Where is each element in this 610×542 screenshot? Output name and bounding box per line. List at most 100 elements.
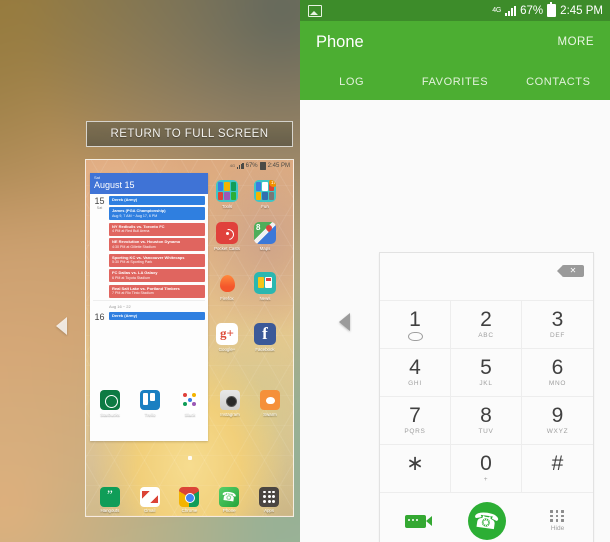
dialpad-key-4[interactable]: 4 GHI [380,349,451,397]
day-number: 16 [94,311,105,322]
app-icon-tools[interactable]: Tools [210,180,244,209]
calendar-day-number: 15 Sat [93,196,106,298]
calendar-header-dow: Sat [94,175,101,180]
phone-content-area: ✕ 1 2 ABC 3 DEF 4 GHI 5 JKL 6 MNO 7 PQRS… [300,100,610,542]
call-button[interactable] [451,502,522,540]
dialpad-key-2[interactable]: 2 ABC [451,301,522,349]
app-icon-swarm[interactable]: Swarm [252,390,288,417]
left-pane-multiwindow: RETURN TO FULL SCREEN 4G 67% 2:45 PM Sat… [0,0,300,542]
keypad-icon [550,510,565,522]
list-item[interactable]: Derek (Army) [109,311,205,321]
list-item[interactable]: Real Salt Lake vs. Portland Timbers 7 PM… [109,284,205,298]
dock-icon-chrome[interactable]: Chrome [171,486,207,513]
network-type-label: 4G [229,162,236,168]
key-digit: 1 [409,308,421,331]
dialpad-key-star[interactable]: ∗ [380,445,451,493]
hide-keypad-button[interactable]: Hide [522,510,593,532]
video-call-button[interactable] [380,514,451,528]
phone-number-display[interactable]: ✕ [380,253,593,301]
tab-favorites[interactable]: FAVORITES [403,76,506,88]
app-label: Swarm [263,411,277,417]
app-icon-instagram[interactable]: Instagram [212,390,248,417]
key-digit: 6 [551,356,564,379]
previous-app-arrow-left[interactable] [56,317,67,335]
app-icon-maps[interactable]: Maps [248,222,282,251]
calendar-day-row: 15 Sat Derek (Army) James (PGA Champions… [93,196,205,298]
more-button[interactable]: MORE [558,36,595,48]
battery-percent-label: 67% [245,162,258,169]
app-icon-trello[interactable]: Trello [132,390,168,417]
key-digit: 4 [409,356,421,379]
previous-app-arrow-right[interactable] [339,313,350,331]
tab-bar: LOG FAVORITES CONTACTS [300,63,610,100]
app-icon-firefox[interactable]: Firefox [210,272,244,301]
status-bar-notifications [308,4,487,17]
list-item[interactable]: Sporting KC vs. Vancouver Whitecaps 5:30… [109,253,205,267]
dock-icon-apps[interactable]: Apps [251,486,287,513]
app-icon-google-plus[interactable]: Google+ [210,323,244,352]
list-item[interactable]: NE Revolution vs. Houston Dynamo 4:30 PM… [109,238,205,252]
dialpad-key-9[interactable]: 9 WXYZ [522,397,593,445]
image-icon [308,4,322,17]
tab-log[interactable]: LOG [300,76,403,88]
list-item[interactable]: Derek (Army) [109,196,205,205]
app-icon-pocket-casts[interactable]: Pocket Casts [210,222,244,251]
page-indicator-dot [187,456,192,460]
app-icon-starbucks[interactable]: Starbucks [92,390,128,417]
right-pane-phone-app: 4G 67% 2:45 PM Phone MORE LOG FAVORITES … [300,0,610,542]
list-item[interactable]: FC Dallas vs. LA Galaxy 6 PM at Toyota S… [109,269,205,283]
battery-icon [547,2,557,17]
key-digit: ∗ [406,452,424,475]
status-bar-indicators: 4G 67% 2:45 PM [492,2,603,17]
facebook-icon [254,323,276,345]
dialpad-actions: Hide [380,493,593,542]
list-item[interactable]: James (PGA Championship) Aug 9, 7 AM ~ A… [109,207,205,221]
app-label: Hangouts [100,508,120,513]
dock: Hangouts Gmail Chrome Phone [86,486,293,513]
dialpad-key-0[interactable]: 0 + [451,445,522,493]
tab-contacts[interactable]: CONTACTS [507,76,610,88]
home-screen-thumbnail[interactable]: 4G 67% 2:45 PM Sat August 15 15 Sat Dere… [85,159,294,517]
calendar-day-row: 16 Derek (Army) [93,311,205,322]
app-icon-news[interactable]: News [248,272,282,301]
backspace-icon[interactable]: ✕ [557,265,584,277]
app-label: News [259,295,271,301]
key-digit: 0 [480,452,492,475]
event-subtitle: 7 PM at Rio Tinto Stadium [112,291,154,296]
dialpad-key-5[interactable]: 5 JKL [451,349,522,397]
dock-icon-hangouts[interactable]: Hangouts [92,486,128,513]
battery-percent-label: 67% [520,4,544,17]
day-dow: Sat [96,206,103,210]
battery-icon [259,161,266,170]
call-icon [467,502,506,540]
key-letters: WXYZ [546,428,569,435]
hide-keypad-label: Hide [550,524,565,532]
app-label: Maps [259,245,271,251]
app-bar: Phone MORE [300,21,610,63]
dialpad-key-hash[interactable]: # [522,445,593,493]
event-subtitle: Aug 9, 7 AM ~ Aug 17, 6 PM [112,213,158,218]
dock-icon-phone[interactable]: Phone [211,486,247,513]
calendar-header: Sat August 15 [90,173,208,194]
list-item[interactable]: NY Redbulls vs. Toronto FC 4 PM at Red B… [109,222,205,236]
calendar-day-number: 16 [93,312,106,322]
dialpad-key-8[interactable]: 8 TUV [451,397,522,445]
app-label: Trello [144,411,156,417]
dialpad-key-1[interactable]: 1 [380,301,451,349]
dock-icon-gmail[interactable]: Gmail [132,486,168,513]
google-plus-icon [216,323,238,345]
key-letters: TUV [478,428,494,435]
app-icon-facebook[interactable]: Facebook [248,323,282,352]
key-letters: + [483,476,489,483]
day-number: 15 [94,196,105,206]
dialpad-key-3[interactable]: 3 DEF [522,301,593,349]
key-digit: 7 [409,404,421,427]
app-icon-fun[interactable]: 17 Fun [248,180,282,209]
dialpad-key-7[interactable]: 7 PQRS [380,397,451,445]
trello-icon [140,390,160,410]
app-icon-slack[interactable]: Slack [172,390,208,417]
starbucks-icon [100,390,120,410]
dialpad-key-6[interactable]: 6 MNO [522,349,593,397]
event-subtitle: 6 PM at Toyota Stadium [112,275,151,280]
return-to-full-screen-button[interactable]: RETURN TO FULL SCREEN [86,121,293,147]
